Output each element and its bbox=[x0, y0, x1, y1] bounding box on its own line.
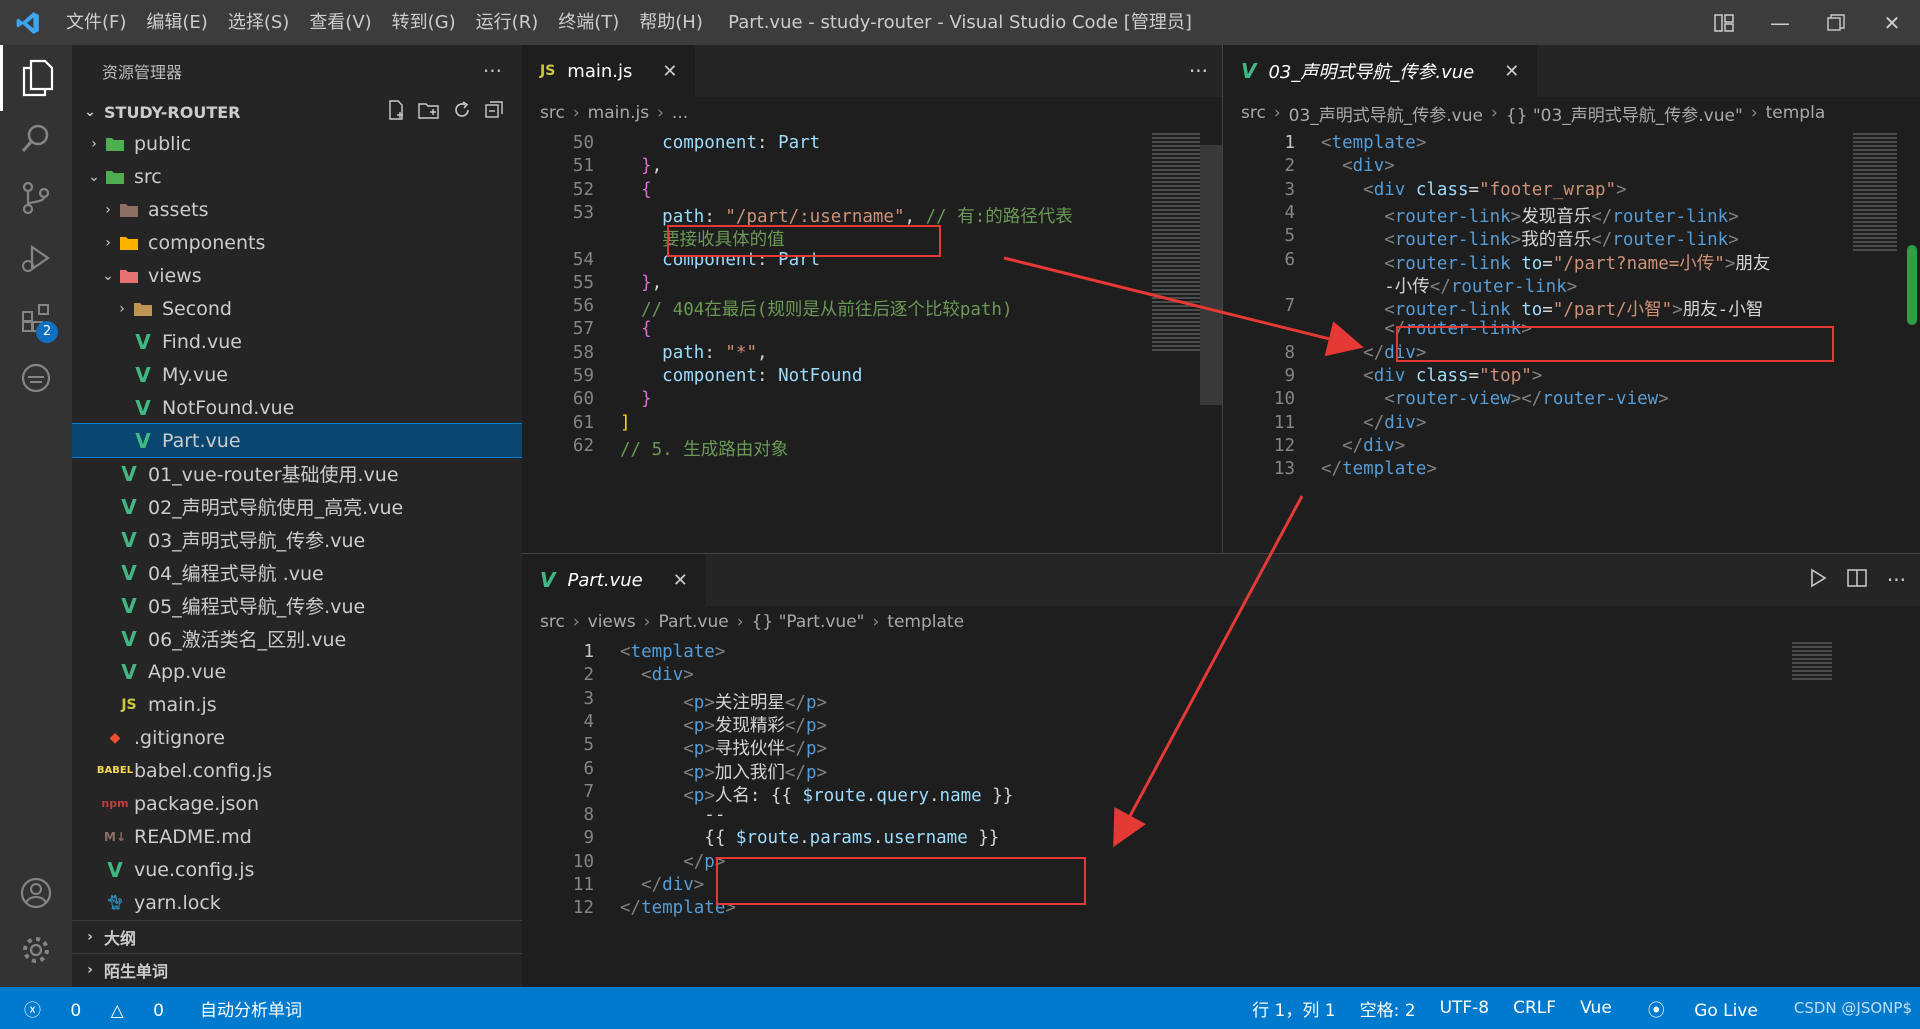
cursor-position[interactable]: 行 1，列 1 bbox=[1240, 996, 1347, 1021]
arrow-to-params bbox=[1113, 495, 1304, 848]
error-icon: ⓧ bbox=[24, 1000, 41, 1021]
encoding[interactable]: UTF-8 bbox=[1428, 998, 1502, 1018]
indentation[interactable]: 空格: 2 bbox=[1348, 996, 1428, 1021]
language-mode[interactable]: Vue bbox=[1568, 998, 1624, 1018]
broadcast-icon: ⦿ bbox=[1647, 1000, 1665, 1021]
task-status[interactable]: 自动分析单词 bbox=[188, 996, 314, 1021]
go-live-label: Go Live bbox=[1694, 1000, 1758, 1021]
watermark: CSDN @JSONP$ bbox=[1793, 999, 1912, 1017]
problems-indicator[interactable]: ⓧ 0 △ 0 bbox=[0, 996, 188, 1021]
warning-icon: △ bbox=[110, 1000, 124, 1021]
go-live-button[interactable]: ⦿ Go Live bbox=[1624, 996, 1782, 1021]
arrow-to-router-link bbox=[1003, 256, 1364, 357]
warning-count: 0 bbox=[153, 1000, 164, 1021]
annotation-arrows bbox=[1003, 256, 1364, 848]
line-ending[interactable]: CRLF bbox=[1501, 998, 1568, 1018]
error-count: 0 bbox=[70, 1000, 82, 1021]
status-bar: ⓧ 0 △ 0 自动分析单词 行 1，列 1 空格: 2 UTF-8 CRLF … bbox=[0, 987, 1920, 1029]
